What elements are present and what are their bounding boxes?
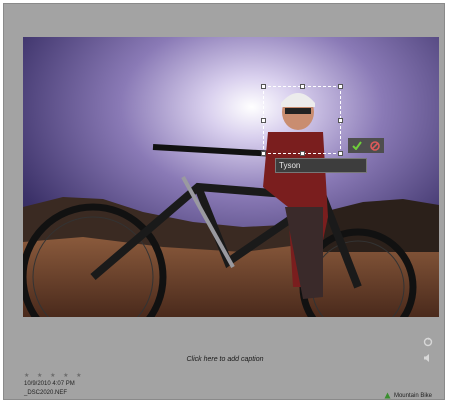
file-name: _DSC2020.NEF <box>24 390 68 396</box>
resize-handle-top[interactable] <box>300 84 305 89</box>
rotate-icon[interactable] <box>423 337 433 347</box>
checkmark-icon <box>352 141 362 150</box>
resize-handle-bottom[interactable] <box>300 151 305 156</box>
face-name-input[interactable] <box>275 158 367 173</box>
capture-date: 10/9/2010 4:07 PM <box>24 381 75 387</box>
speaker-icon[interactable] <box>423 353 433 363</box>
keyword-tag-label: Mountain Bike <box>393 392 432 399</box>
star-rating[interactable]: ★ ★ ★ ★ ★ <box>24 372 85 379</box>
reject-tag-button[interactable] <box>366 138 384 153</box>
resize-handle-bottom-left[interactable] <box>261 151 266 156</box>
photo-canvas[interactable] <box>23 37 439 317</box>
photo-viewer-frame: Click here to add caption ★ ★ ★ ★ ★ 10/9… <box>3 3 445 400</box>
tag-icon <box>384 392 391 399</box>
caption-field[interactable]: Click here to add caption <box>4 356 446 363</box>
keyword-tag[interactable]: Mountain Bike <box>384 392 432 399</box>
resize-handle-left[interactable] <box>261 118 266 123</box>
mountain-biker-photo <box>23 37 439 317</box>
resize-handle-bottom-right[interactable] <box>338 151 343 156</box>
resize-handle-right[interactable] <box>338 118 343 123</box>
confirm-tag-button[interactable] <box>348 138 366 153</box>
face-tag-box[interactable] <box>261 84 343 156</box>
cancel-icon <box>370 140 380 151</box>
resize-handle-top-left[interactable] <box>261 84 266 89</box>
resize-handle-top-right[interactable] <box>338 84 343 89</box>
